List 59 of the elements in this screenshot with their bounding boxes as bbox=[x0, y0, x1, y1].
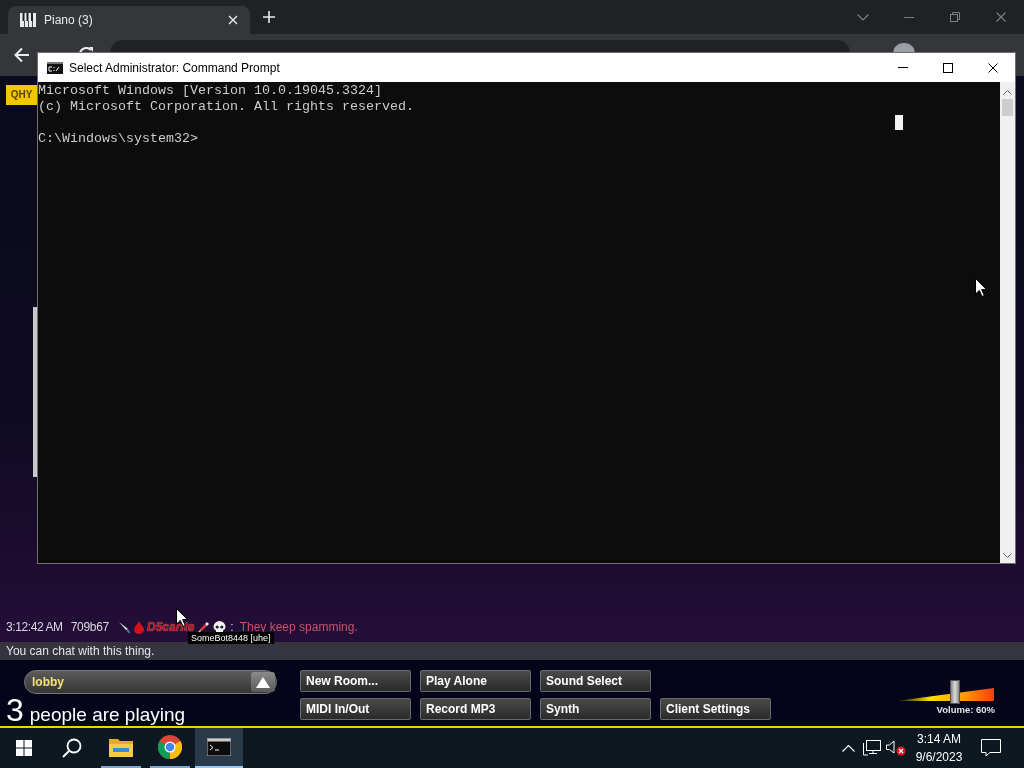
knife-icon bbox=[117, 620, 130, 634]
clock-date: 9/6/2023 bbox=[915, 749, 963, 766]
window-title: Select Administrator: Command Prompt bbox=[69, 60, 280, 75]
badge: QHY bbox=[6, 85, 37, 105]
scroll-up-icon[interactable] bbox=[1003, 90, 1012, 95]
chevron-up-icon[interactable] bbox=[841, 744, 855, 752]
volume-label: Volume: 60% bbox=[936, 704, 995, 715]
volume-thumb[interactable] bbox=[949, 680, 960, 704]
menu-button[interactable]: Synth bbox=[540, 698, 651, 720]
search-icon bbox=[62, 738, 82, 758]
scroll-down-icon[interactable] bbox=[1003, 553, 1012, 558]
console-prompt: C:\Windows\system32> bbox=[38, 131, 198, 147]
triangle-up-icon bbox=[256, 676, 270, 688]
restore-icon[interactable] bbox=[950, 12, 960, 22]
menu-button[interactable]: Client Settings bbox=[660, 698, 771, 720]
menu-button[interactable]: New Room... bbox=[300, 670, 411, 692]
minimize-icon bbox=[897, 67, 908, 68]
piano-icon bbox=[20, 13, 36, 27]
scrollbar-thumb[interactable] bbox=[1002, 99, 1013, 116]
chat-input[interactable]: You can chat with this thing. bbox=[0, 642, 1024, 660]
mouse-pointer-icon bbox=[975, 278, 987, 297]
player-count-label: people are playing bbox=[29, 704, 186, 726]
message-time: 3:12:42 AM bbox=[6, 620, 63, 634]
muted-speaker-icon[interactable] bbox=[886, 740, 906, 756]
menu-button[interactable]: MIDI In/Out bbox=[300, 698, 411, 720]
cursor-block bbox=[895, 115, 903, 130]
windows-logo-icon bbox=[16, 740, 32, 756]
taskbar-app[interactable] bbox=[195, 728, 243, 768]
terminal-icon bbox=[47, 61, 63, 74]
room-select[interactable]: lobby bbox=[24, 670, 277, 694]
chat-message: They keep spamming. bbox=[239, 620, 358, 634]
blood-drop-icon bbox=[133, 620, 144, 634]
terminal-icon bbox=[207, 738, 231, 756]
menu-button[interactable]: Play Alone bbox=[420, 670, 531, 692]
player-count: 3 bbox=[6, 695, 24, 725]
menu-button[interactable]: Sound Select bbox=[540, 670, 651, 692]
reload-icon[interactable] bbox=[78, 47, 94, 53]
user-name: D5carite bbox=[146, 620, 195, 634]
clock-time: 3:14 AM bbox=[917, 731, 961, 748]
menu-button[interactable]: Record MP3 bbox=[420, 698, 531, 720]
browser-tab[interactable]: Piano (3) bbox=[8, 6, 250, 34]
browser-icon bbox=[158, 735, 182, 759]
back-arrow-icon[interactable] bbox=[14, 47, 30, 63]
clock[interactable]: 3:14 AM 9/6/2023 bbox=[908, 730, 970, 766]
maximize-icon bbox=[942, 62, 953, 73]
user-id: 709b67 bbox=[70, 620, 109, 634]
minimize-icon[interactable] bbox=[904, 16, 914, 18]
folder-icon bbox=[109, 737, 133, 757]
chevron-down-icon[interactable] bbox=[857, 13, 869, 21]
console-output: (c) Microsoft Corporation. All rights reserved. bbox=[38, 99, 414, 115]
network-icon[interactable] bbox=[863, 740, 881, 756]
plus-icon[interactable] bbox=[263, 11, 275, 23]
console-output: Microsoft Windows [Version 10.0.19045.3324] bbox=[38, 83, 382, 99]
notification-icon[interactable] bbox=[981, 739, 1001, 757]
separator: : bbox=[230, 620, 234, 634]
close-icon[interactable] bbox=[996, 12, 1006, 22]
scrollbar[interactable] bbox=[1000, 82, 1015, 563]
dropdown-button[interactable] bbox=[251, 672, 275, 692]
close-icon bbox=[987, 62, 998, 73]
